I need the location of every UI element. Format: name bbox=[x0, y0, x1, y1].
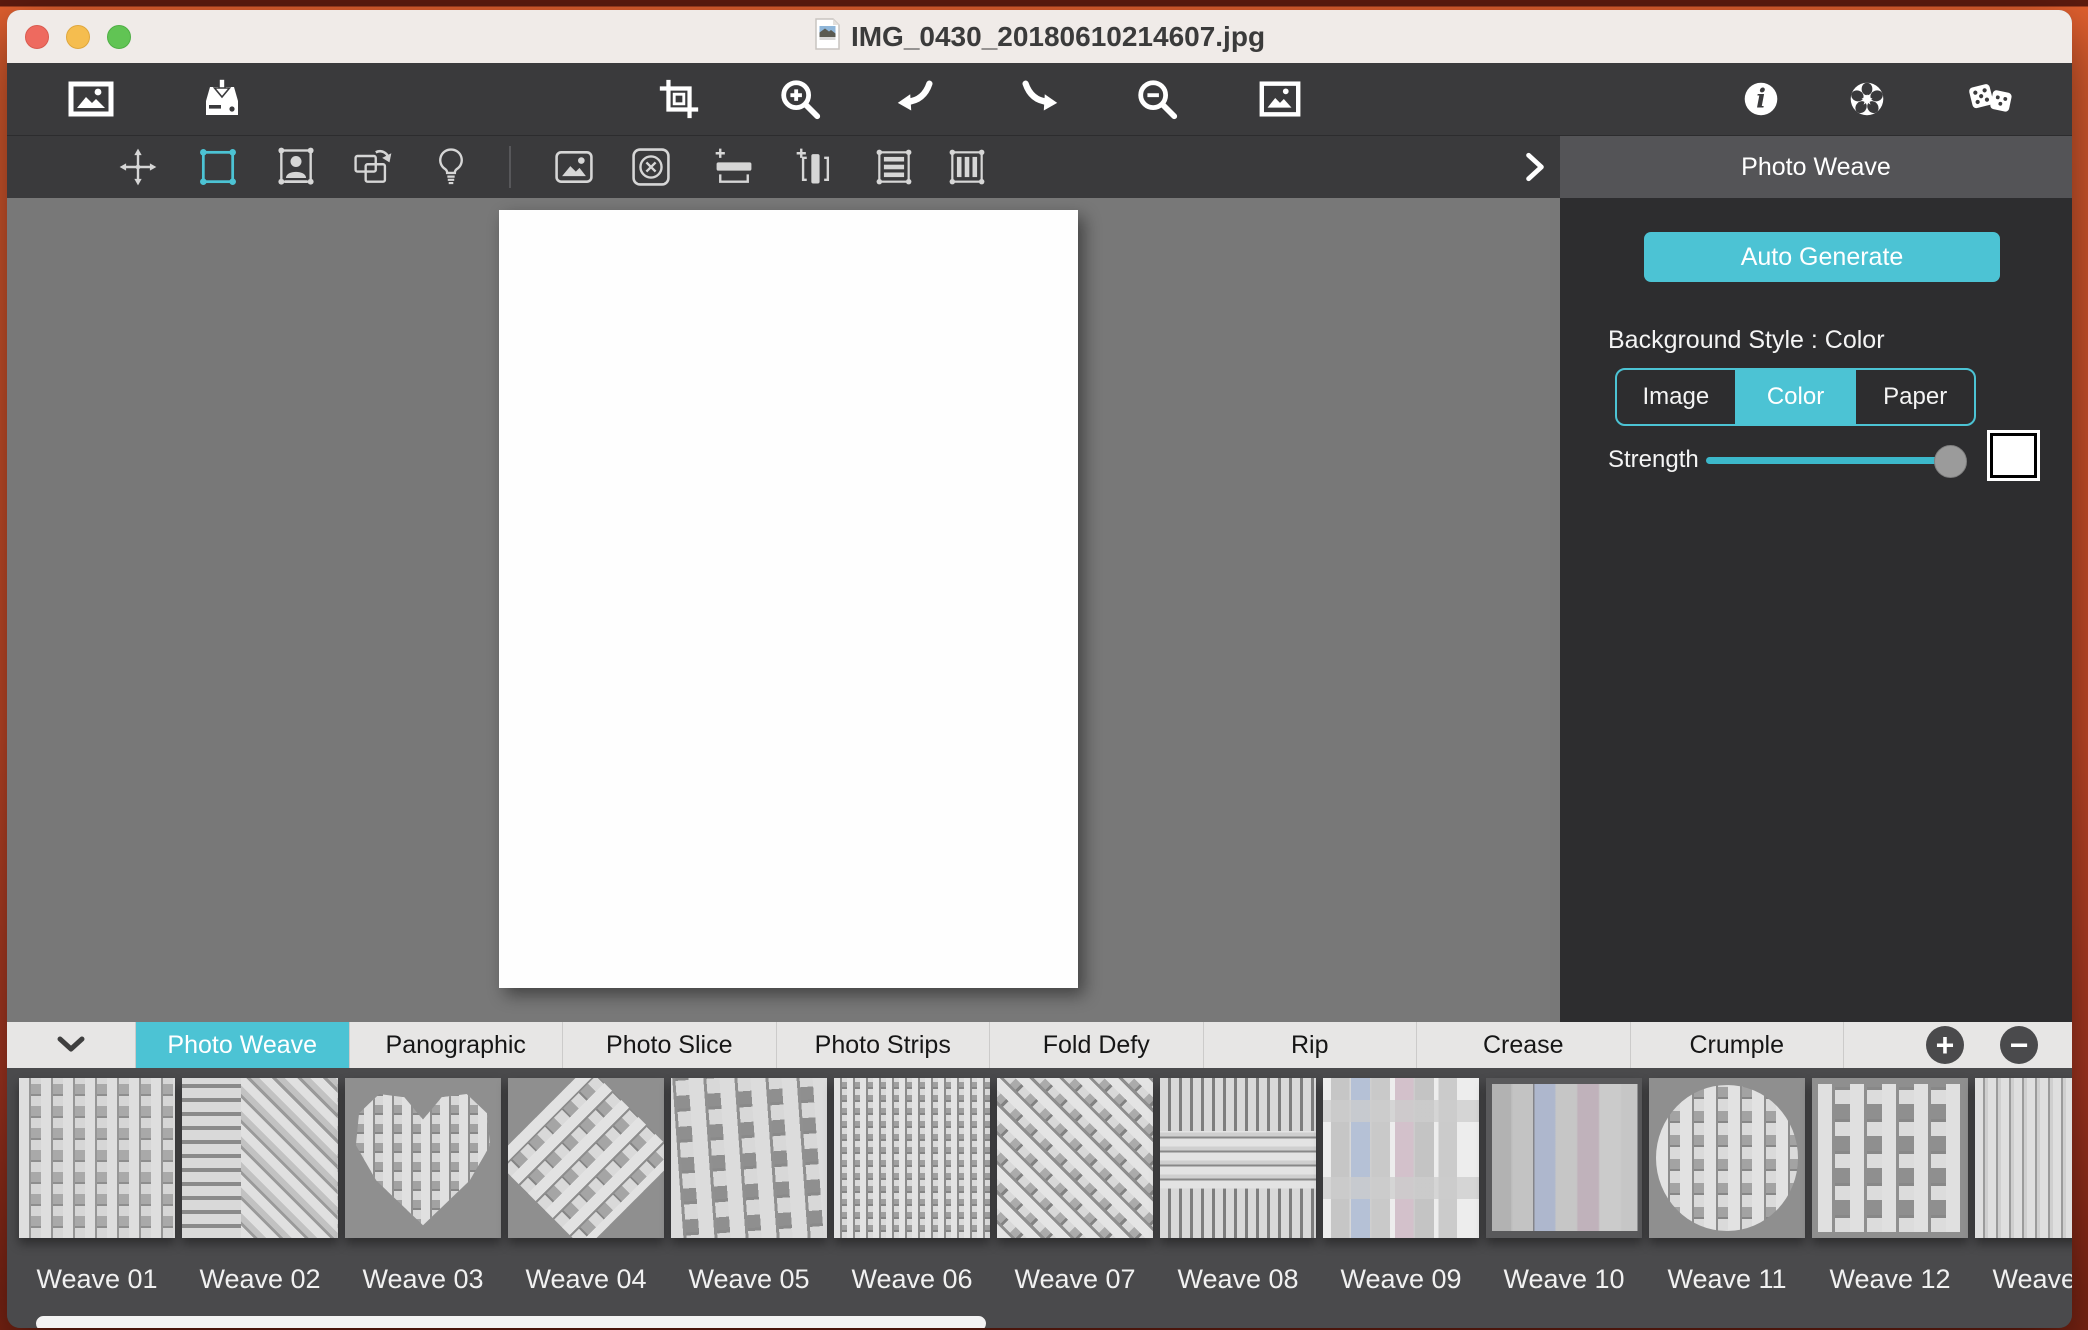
add-horizontal-strip-icon[interactable] bbox=[708, 141, 760, 193]
preset-weave-08[interactable]: Weave 08 bbox=[1160, 1078, 1316, 1295]
preset-strip: Weave 01 Weave 02 Weave 03 Weave 04 Weav… bbox=[7, 1068, 2072, 1328]
save-export-icon[interactable] bbox=[196, 73, 248, 125]
zoom-button[interactable] bbox=[107, 25, 131, 49]
hint-bulb-icon[interactable] bbox=[425, 141, 477, 193]
select-rectangle-icon[interactable] bbox=[192, 141, 244, 193]
weave-thumbnail bbox=[834, 1078, 990, 1238]
tray-collapse-button[interactable] bbox=[7, 1022, 136, 1068]
traffic-lights bbox=[25, 10, 131, 63]
segment-paper[interactable]: Paper bbox=[1856, 370, 1974, 424]
weave-thumbnail bbox=[508, 1078, 664, 1238]
preset-weave-11[interactable]: Weave 11 bbox=[1649, 1078, 1805, 1295]
panel-title: Photo Weave bbox=[1560, 136, 2072, 198]
canvas-area: Auto Generate Background Style : Color I… bbox=[7, 198, 2072, 1022]
weave-thumbnail bbox=[1160, 1078, 1316, 1238]
svg-text:i: i bbox=[1756, 85, 1766, 115]
minimize-button[interactable] bbox=[66, 25, 90, 49]
segment-color[interactable]: Color bbox=[1737, 370, 1857, 424]
strength-label: Strength bbox=[1608, 446, 1699, 474]
horizontal-scrollbar[interactable] bbox=[36, 1316, 986, 1328]
panel-collapse-chevron-icon[interactable] bbox=[1509, 141, 1561, 193]
undo-icon[interactable] bbox=[890, 73, 942, 125]
open-image-icon[interactable] bbox=[65, 73, 117, 125]
tab-crease[interactable]: Crease bbox=[1417, 1022, 1631, 1068]
crop-icon[interactable] bbox=[653, 73, 705, 125]
weave-thumbnail bbox=[1486, 1078, 1642, 1238]
weave-thumbnail bbox=[1975, 1078, 2072, 1238]
horizontal-weave-layout-icon[interactable] bbox=[868, 141, 920, 193]
tab-photo-strips[interactable]: Photo Strips bbox=[777, 1022, 991, 1068]
tab-panographic[interactable]: Panographic bbox=[350, 1022, 564, 1068]
add-preset-button[interactable]: + bbox=[1926, 1026, 1964, 1064]
preset-weave-07[interactable]: Weave 07 bbox=[997, 1078, 1153, 1295]
tab-photo-slice[interactable]: Photo Slice bbox=[563, 1022, 777, 1068]
weave-thumbnail bbox=[997, 1078, 1153, 1238]
effects-tabbar: Photo Weave Panographic Photo Slice Phot… bbox=[7, 1022, 2072, 1068]
app-window: IMG_0430_20180610214607.jpg i bbox=[7, 10, 2072, 1328]
preset-weave-02[interactable]: Weave 02 bbox=[182, 1078, 338, 1295]
preset-weave-13[interactable]: Weave 13 bbox=[1975, 1078, 2072, 1295]
main-toolbar: i ★ bbox=[7, 63, 2072, 136]
move-tool-icon[interactable] bbox=[112, 141, 164, 193]
weave-thumbnail bbox=[182, 1078, 338, 1238]
weave-thumbnail bbox=[19, 1078, 175, 1238]
randomize-dice-icon[interactable] bbox=[1964, 73, 2016, 125]
weave-thumbnail bbox=[671, 1078, 827, 1238]
strength-slider-track[interactable] bbox=[1706, 457, 1953, 464]
segment-image[interactable]: Image bbox=[1617, 370, 1737, 424]
preset-weave-04[interactable]: Weave 04 bbox=[508, 1078, 664, 1295]
auto-generate-button[interactable]: Auto Generate bbox=[1644, 232, 2000, 282]
background-style-label: Background Style : Color bbox=[1608, 326, 1885, 355]
tab-crumple[interactable]: Crumple bbox=[1631, 1022, 1845, 1068]
tab-rip[interactable]: Rip bbox=[1204, 1022, 1418, 1068]
canvas-page[interactable] bbox=[499, 210, 1078, 988]
chevron-down-icon bbox=[56, 1035, 86, 1055]
settings-panel: Auto Generate Background Style : Color I… bbox=[1560, 198, 2072, 1022]
preset-weave-09[interactable]: Weave 09 bbox=[1323, 1078, 1479, 1295]
remove-preset-button[interactable]: − bbox=[2000, 1026, 2038, 1064]
svg-text:★: ★ bbox=[1861, 92, 1874, 108]
tool-row: Photo Weave bbox=[7, 136, 2072, 198]
preset-weave-10[interactable]: Weave 10 bbox=[1486, 1078, 1642, 1295]
zoom-in-icon[interactable] bbox=[774, 73, 826, 125]
preset-weave-01[interactable]: Weave 01 bbox=[19, 1078, 175, 1295]
add-image-icon[interactable] bbox=[548, 141, 600, 193]
window-title: IMG_0430_20180610214607.jpg bbox=[851, 21, 1265, 53]
add-vertical-strip-icon[interactable] bbox=[789, 141, 841, 193]
preview-image-icon[interactable] bbox=[1254, 73, 1306, 125]
tab-fold-defy[interactable]: Fold Defy bbox=[990, 1022, 1204, 1068]
preset-weave-03[interactable]: Weave 03 bbox=[345, 1078, 501, 1295]
tab-actions: + − bbox=[1844, 1022, 2072, 1068]
redo-icon[interactable] bbox=[1013, 73, 1065, 125]
background-style-segmented-control: Image Color Paper bbox=[1615, 368, 1976, 426]
portrait-select-icon[interactable] bbox=[270, 141, 322, 193]
close-button[interactable] bbox=[25, 25, 49, 49]
zoom-out-icon[interactable] bbox=[1131, 73, 1183, 125]
tab-photo-weave[interactable]: Photo Weave bbox=[136, 1022, 350, 1068]
weave-thumbnail bbox=[1323, 1078, 1479, 1238]
remove-strip-icon[interactable] bbox=[625, 141, 677, 193]
titlebar: IMG_0430_20180610214607.jpg bbox=[7, 10, 2072, 64]
preset-weave-06[interactable]: Weave 06 bbox=[834, 1078, 990, 1295]
rotate-transform-icon[interactable] bbox=[347, 141, 399, 193]
preset-weave-12[interactable]: Weave 12 bbox=[1812, 1078, 1968, 1295]
toolbar-divider bbox=[509, 146, 511, 188]
strength-slider-knob[interactable] bbox=[1934, 445, 1967, 478]
preset-weave-05[interactable]: Weave 05 bbox=[671, 1078, 827, 1295]
background-color-swatch[interactable] bbox=[1990, 433, 2037, 478]
desktop-background: IMG_0430_20180610214607.jpg i bbox=[0, 0, 2088, 1330]
info-icon[interactable]: i bbox=[1735, 73, 1787, 125]
weave-thumbnail bbox=[1818, 1084, 1962, 1232]
vertical-weave-layout-icon[interactable] bbox=[941, 141, 993, 193]
weave-thumbnail bbox=[345, 1078, 501, 1238]
weave-thumbnail bbox=[1656, 1085, 1798, 1231]
effects-flower-icon[interactable]: ★ bbox=[1841, 73, 1893, 125]
document-icon bbox=[814, 17, 841, 56]
preset-row: Weave 01 Weave 02 Weave 03 Weave 04 Weav… bbox=[19, 1078, 2072, 1295]
